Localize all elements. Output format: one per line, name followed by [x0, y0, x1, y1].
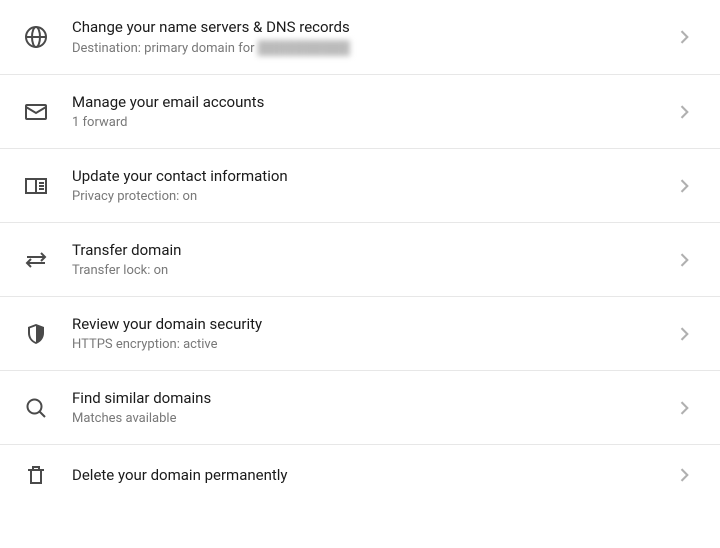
- security-title: Review your domain security: [72, 315, 672, 333]
- transfer-item[interactable]: Transfer domain Transfer lock: on: [0, 223, 720, 297]
- contact-subtitle: Privacy protection: on: [72, 189, 672, 204]
- dns-subtitle-obscured: ██████████: [258, 41, 350, 56]
- contact-text: Update your contact information Privacy …: [72, 167, 672, 204]
- dns-title: Change your name servers & DNS records: [72, 18, 672, 36]
- contact-title: Update your contact information: [72, 167, 672, 185]
- email-text: Manage your email accounts 1 forward: [72, 93, 672, 130]
- delete-title: Delete your domain permanently: [72, 466, 672, 484]
- chevron-right-icon: [672, 250, 696, 270]
- globe-icon: [24, 25, 72, 49]
- security-text: Review your domain security HTTPS encryp…: [72, 315, 672, 352]
- chevron-right-icon: [672, 465, 696, 485]
- chevron-right-icon: [672, 176, 696, 196]
- dns-subtitle-prefix: Destination: primary domain for: [72, 41, 258, 56]
- chevron-right-icon: [672, 102, 696, 122]
- contact-icon: [24, 174, 72, 198]
- similar-subtitle: Matches available: [72, 411, 672, 426]
- similar-item[interactable]: Find similar domains Matches available: [0, 371, 720, 445]
- security-subtitle: HTTPS encryption: active: [72, 337, 672, 352]
- chevron-right-icon: [672, 398, 696, 418]
- search-icon: [24, 396, 72, 420]
- transfer-title: Transfer domain: [72, 241, 672, 259]
- email-item[interactable]: Manage your email accounts 1 forward: [0, 75, 720, 149]
- settings-list: Change your name servers & DNS records D…: [0, 0, 720, 505]
- similar-text: Find similar domains Matches available: [72, 389, 672, 426]
- dns-subtitle: Destination: primary domain for ████████…: [72, 40, 672, 56]
- transfer-icon: [24, 248, 72, 272]
- dns-text: Change your name servers & DNS records D…: [72, 18, 672, 56]
- email-subtitle: 1 forward: [72, 115, 672, 130]
- shield-icon: [24, 322, 72, 346]
- delete-text: Delete your domain permanently: [72, 466, 672, 484]
- dns-item[interactable]: Change your name servers & DNS records D…: [0, 0, 720, 75]
- trash-icon: [24, 463, 72, 487]
- similar-title: Find similar domains: [72, 389, 672, 407]
- chevron-right-icon: [672, 27, 696, 47]
- transfer-subtitle: Transfer lock: on: [72, 263, 672, 278]
- email-title: Manage your email accounts: [72, 93, 672, 111]
- mail-icon: [24, 100, 72, 124]
- security-item[interactable]: Review your domain security HTTPS encryp…: [0, 297, 720, 371]
- delete-item[interactable]: Delete your domain permanently: [0, 445, 720, 505]
- transfer-text: Transfer domain Transfer lock: on: [72, 241, 672, 278]
- contact-item[interactable]: Update your contact information Privacy …: [0, 149, 720, 223]
- chevron-right-icon: [672, 324, 696, 344]
